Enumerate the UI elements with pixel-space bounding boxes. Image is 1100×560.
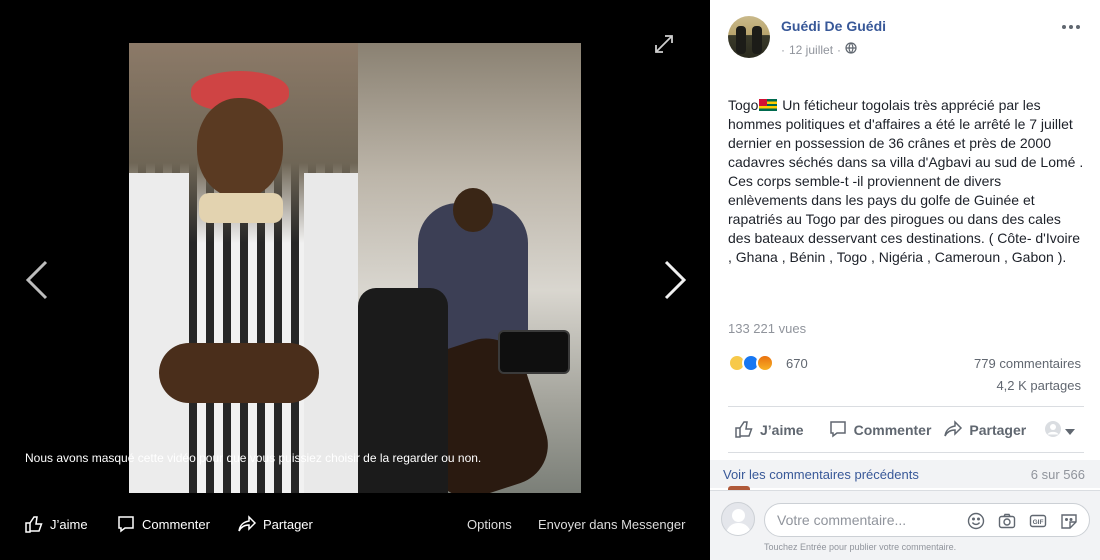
user-avatar bbox=[721, 502, 755, 536]
hidden-video-notice: Nous avons masqué cette vidéo pour que v… bbox=[25, 451, 482, 465]
chevron-down-icon bbox=[1065, 422, 1076, 438]
viewer-comment-label: Commenter bbox=[142, 516, 210, 532]
photo-viewer: Nous avons masqué cette vidéo pour que v… bbox=[0, 0, 1100, 560]
share-icon bbox=[237, 514, 257, 534]
meta-separator: · bbox=[781, 42, 785, 57]
previous-comments-bar: Voir les commentaires précédents 6 sur 5… bbox=[710, 460, 1100, 492]
audience-selector[interactable] bbox=[1044, 420, 1076, 441]
share-label: Partager bbox=[969, 422, 1027, 438]
comment-composer: GIF Touchez Entrée pour publier votre co… bbox=[710, 490, 1100, 560]
divider bbox=[728, 406, 1084, 407]
comment-icon bbox=[116, 514, 136, 534]
options-link[interactable]: Options bbox=[467, 512, 512, 536]
comment-hint: Touchez Entrée pour publier votre commen… bbox=[764, 542, 957, 552]
profile-icon bbox=[1044, 420, 1062, 441]
reaction-count: 670 bbox=[786, 355, 808, 371]
comments-count-link[interactable]: 779 commentaires bbox=[974, 356, 1081, 371]
send-in-messenger-link[interactable]: Envoyer dans Messenger bbox=[538, 512, 685, 536]
viewer-like-label: J’aime bbox=[50, 516, 88, 532]
sticker-icon[interactable] bbox=[1059, 511, 1079, 531]
gif-icon[interactable]: GIF bbox=[1028, 511, 1048, 531]
viewer-share-label: Partager bbox=[263, 516, 313, 532]
viewer-bottom-bar: J’aime Commenter Partager Options Envoye… bbox=[0, 506, 710, 544]
comment-input[interactable] bbox=[777, 504, 957, 536]
post-date[interactable]: 12 juillet bbox=[789, 43, 833, 57]
like-label: J’aime bbox=[760, 422, 804, 438]
page-name-link[interactable]: Guédi De Guédi bbox=[781, 18, 886, 34]
more-options-icon[interactable] bbox=[1060, 20, 1082, 32]
view-previous-comments-link[interactable]: Voir les commentaires précédents bbox=[723, 467, 919, 482]
video-frame-right bbox=[358, 43, 581, 493]
chevron-right-icon[interactable] bbox=[660, 258, 690, 302]
meta-separator: · bbox=[837, 42, 842, 57]
comment-icon bbox=[828, 419, 848, 442]
expand-icon[interactable] bbox=[652, 32, 676, 56]
camera-icon[interactable] bbox=[997, 511, 1017, 531]
post-actions: J’aime Commenter Partager bbox=[728, 414, 1084, 446]
viewer-like-button[interactable]: J’aime bbox=[24, 512, 88, 536]
post-text-prefix: Togo bbox=[728, 97, 759, 113]
media-viewer: Nous avons masqué cette vidéo pour que v… bbox=[0, 0, 710, 560]
divider bbox=[728, 452, 1084, 453]
reactions-summary[interactable]: 670 bbox=[728, 352, 808, 374]
post-text-body: Un féticheur togolais très apprécié par … bbox=[728, 97, 1084, 265]
view-count: 133 221 vues bbox=[728, 321, 807, 336]
post-meta: · 12 juillet · bbox=[781, 42, 857, 57]
angry-reaction-icon bbox=[756, 354, 774, 372]
chevron-left-icon[interactable] bbox=[22, 258, 52, 302]
svg-text:GIF: GIF bbox=[1033, 519, 1044, 526]
post-sidebar: Guédi De Guédi · 12 juillet · Togo Un fé… bbox=[710, 0, 1100, 560]
emoji-icon[interactable] bbox=[966, 511, 986, 531]
video-thumbnail[interactable] bbox=[129, 43, 581, 493]
togo-flag-icon bbox=[759, 99, 778, 111]
comments-pagination-count: 6 sur 566 bbox=[1030, 467, 1085, 482]
page-avatar[interactable] bbox=[728, 16, 770, 58]
comment-box[interactable]: GIF bbox=[764, 503, 1090, 537]
like-button[interactable]: J’aime bbox=[734, 419, 804, 442]
thumbs-up-icon bbox=[734, 419, 754, 442]
share-button[interactable]: Partager bbox=[943, 419, 1026, 442]
shares-count-link[interactable]: 4,2 K partages bbox=[996, 378, 1081, 393]
post-text: Togo Un féticheur togolais très apprécié… bbox=[728, 96, 1084, 267]
comment-label: Commenter bbox=[853, 422, 932, 438]
thumbs-up-icon bbox=[24, 514, 44, 534]
viewer-share-button[interactable]: Partager bbox=[237, 512, 313, 536]
share-icon bbox=[943, 419, 963, 442]
video-frame-left bbox=[129, 43, 358, 493]
comment-button[interactable]: Commenter bbox=[828, 419, 932, 442]
globe-icon[interactable] bbox=[845, 42, 857, 57]
comment-box-icons: GIF bbox=[966, 511, 1079, 531]
viewer-comment-button[interactable]: Commenter bbox=[116, 512, 210, 536]
